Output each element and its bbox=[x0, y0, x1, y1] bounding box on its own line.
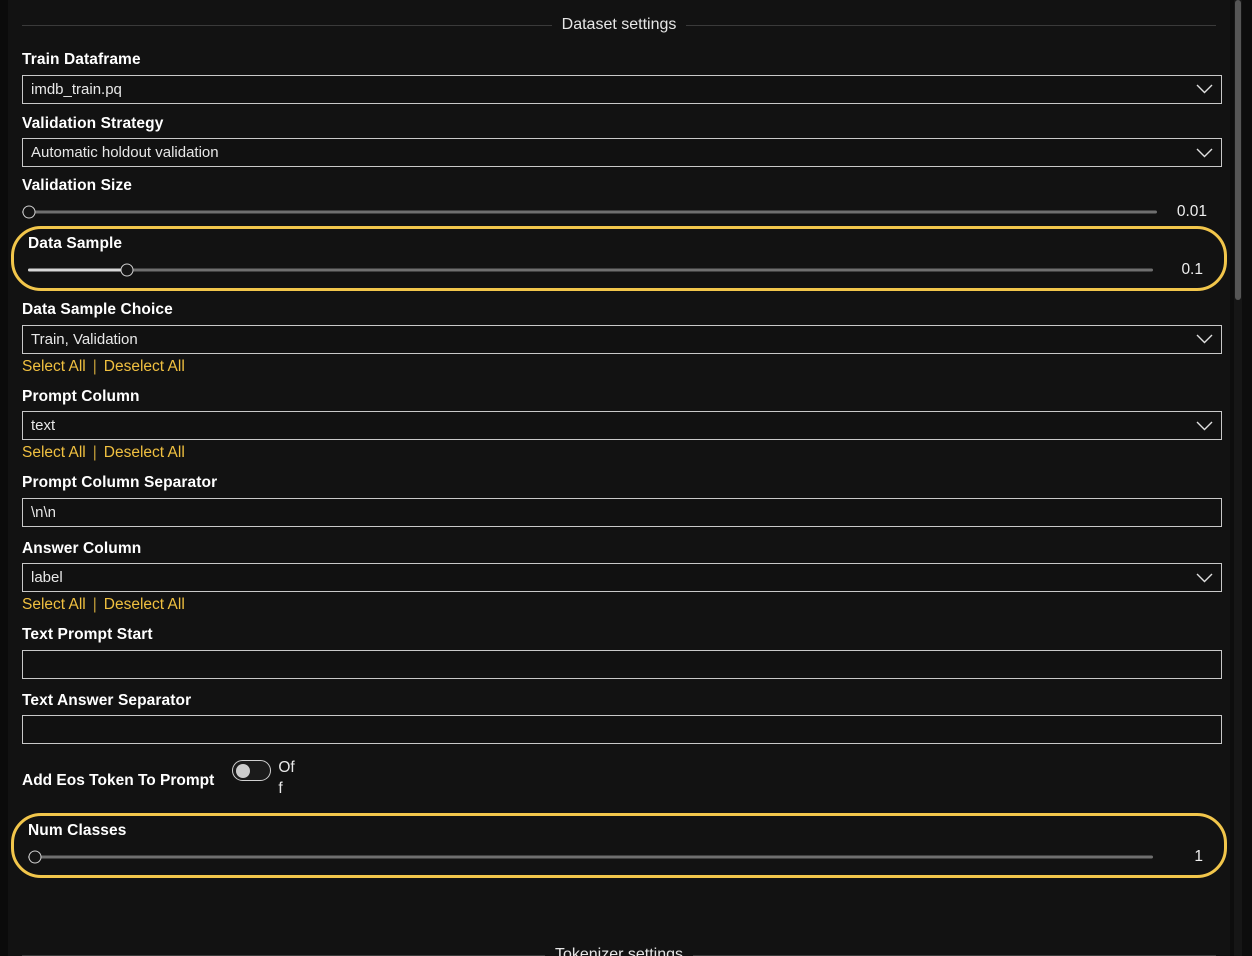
select-answer-column[interactable]: label bbox=[22, 563, 1222, 593]
label-validation-size: Validation Size bbox=[22, 177, 133, 194]
slider-thumb[interactable] bbox=[22, 205, 36, 218]
next-section-title: Tokenizer settings bbox=[554, 946, 684, 956]
label-validation-strategy: Validation Strategy bbox=[22, 114, 164, 132]
slider-fill bbox=[28, 268, 127, 272]
select-answer-column-value: label bbox=[31, 570, 63, 586]
divider-left bbox=[22, 954, 545, 956]
slider-thumb[interactable] bbox=[120, 263, 134, 277]
chevron-down-icon bbox=[1196, 84, 1213, 94]
divider-right bbox=[686, 24, 1217, 26]
select-all-link[interactable]: Select All bbox=[22, 596, 86, 613]
input-text-answer-separator[interactable] bbox=[22, 715, 1222, 745]
slider-row-num-classes: 1 bbox=[28, 848, 1210, 866]
label-data-sample: Data Sample bbox=[28, 234, 123, 252]
select-all-link[interactable]: Select All bbox=[22, 358, 86, 375]
links-data-sample-choice: Select All | Deselect All bbox=[22, 358, 1216, 375]
field-text-prompt-start: Text Prompt Start bbox=[8, 627, 1230, 679]
label-data-sample-choice: Data Sample Choice bbox=[22, 301, 173, 318]
field-add-eos-token-to-prompt: Add Eos Token To Prompt Off bbox=[8, 758, 1230, 800]
slider-row-validation-size: 0.01 bbox=[22, 203, 1216, 221]
field-data-sample-highlighted: Data Sample 0.1 bbox=[11, 225, 1227, 291]
label-prompt-column-separator: Prompt Column Separator bbox=[22, 474, 218, 492]
select-validation-strategy-value: Automatic holdout validation bbox=[31, 145, 219, 160]
select-train-dataframe-value: imdb_train.pq bbox=[31, 81, 122, 97]
label-answer-column: Answer Column bbox=[22, 539, 142, 557]
divider-right bbox=[693, 954, 1216, 956]
deselect-all-link[interactable]: Deselect All bbox=[104, 444, 185, 461]
label-text-prompt-start: Text Prompt Start bbox=[22, 626, 153, 644]
link-separator: | bbox=[92, 596, 97, 614]
deselect-all-link[interactable]: Deselect All bbox=[104, 596, 185, 613]
slider-track bbox=[22, 210, 1157, 213]
label-text-answer-separator: Text Answer Separator bbox=[22, 691, 192, 709]
select-validation-strategy[interactable]: Automatic holdout validation bbox=[22, 138, 1222, 167]
slider-thumb[interactable] bbox=[28, 850, 42, 864]
chevron-down-icon bbox=[1196, 421, 1213, 431]
select-all-link[interactable]: Select All bbox=[22, 444, 86, 461]
field-prompt-column: Prompt Column text Select All | Deselect… bbox=[8, 389, 1230, 462]
deselect-all-link[interactable]: Deselect All bbox=[104, 358, 185, 375]
page-title: Dataset settings bbox=[561, 16, 677, 33]
label-train-dataframe: Train Dataframe bbox=[22, 51, 141, 68]
settings-content: Dataset settings Train Dataframe imdb_tr… bbox=[8, 0, 1230, 956]
field-data-sample-choice: Data Sample Choice Train, Validation Sel… bbox=[8, 302, 1230, 375]
slider-num-classes[interactable] bbox=[28, 849, 1153, 865]
slider-row-data-sample: 0.1 bbox=[28, 261, 1210, 279]
field-validation-size: Validation Size 0.01 bbox=[8, 178, 1230, 221]
toggle-knob bbox=[235, 763, 250, 778]
label-num-classes: Num Classes bbox=[28, 821, 127, 839]
slider-validation-size[interactable] bbox=[22, 204, 1157, 220]
chevron-down-icon bbox=[1196, 148, 1213, 158]
toggle-wrap-add-eos-token: Off bbox=[232, 758, 296, 800]
dataset-settings-panel: Dataset settings Train Dataframe imdb_tr… bbox=[0, 0, 1252, 956]
slider-value-validation-size: 0.01 bbox=[1176, 202, 1207, 220]
toggle-add-eos-token-to-prompt[interactable] bbox=[232, 760, 272, 782]
section-header-dataset-settings: Dataset settings bbox=[8, 9, 1230, 41]
select-data-sample-choice[interactable]: Train, Validation bbox=[22, 324, 1222, 354]
next-section-clipped: Tokenizer settings bbox=[8, 942, 1230, 956]
left-gutter bbox=[0, 0, 8, 956]
links-prompt-column: Select All | Deselect All bbox=[22, 444, 1216, 461]
select-data-sample-choice-value: Train, Validation bbox=[31, 331, 138, 347]
slider-value-num-classes: 1 bbox=[1194, 848, 1203, 866]
slider-track bbox=[28, 855, 1153, 859]
scrollbar-thumb[interactable] bbox=[1235, 0, 1241, 300]
select-train-dataframe[interactable]: imdb_train.pq bbox=[22, 74, 1222, 104]
chevron-down-icon bbox=[1196, 334, 1213, 344]
input-text-prompt-start[interactable] bbox=[22, 649, 1222, 679]
links-answer-column: Select All | Deselect All bbox=[22, 596, 1216, 613]
input-prompt-column-separator[interactable]: \n\n bbox=[22, 497, 1222, 527]
label-prompt-column: Prompt Column bbox=[22, 387, 140, 405]
slider-data-sample[interactable] bbox=[28, 262, 1153, 278]
slider-value-data-sample: 0.1 bbox=[1181, 261, 1203, 278]
section-header-tokenizer-settings: Tokenizer settings bbox=[8, 942, 1230, 956]
chevron-down-icon bbox=[1196, 573, 1213, 583]
input-prompt-column-separator-value: \n\n bbox=[31, 504, 57, 520]
slider-track bbox=[28, 268, 1153, 272]
toggle-state-label: Off bbox=[278, 759, 295, 798]
field-num-classes-highlighted: Num Classes 1 bbox=[11, 812, 1227, 879]
link-separator: | bbox=[92, 444, 97, 462]
select-prompt-column-value: text bbox=[31, 418, 56, 434]
field-prompt-column-separator: Prompt Column Separator \n\n bbox=[8, 475, 1230, 527]
link-separator: | bbox=[92, 357, 97, 375]
field-answer-column: Answer Column label Select All | Deselec… bbox=[8, 541, 1230, 614]
label-add-eos-token-to-prompt: Add Eos Token To Prompt bbox=[22, 772, 215, 790]
divider-left bbox=[22, 24, 552, 26]
field-text-answer-separator: Text Answer Separator bbox=[8, 693, 1230, 745]
select-prompt-column[interactable]: text bbox=[22, 411, 1222, 441]
field-train-dataframe: Train Dataframe imdb_train.pq bbox=[8, 52, 1230, 104]
field-validation-strategy: Validation Strategy Automatic holdout va… bbox=[8, 114, 1230, 167]
